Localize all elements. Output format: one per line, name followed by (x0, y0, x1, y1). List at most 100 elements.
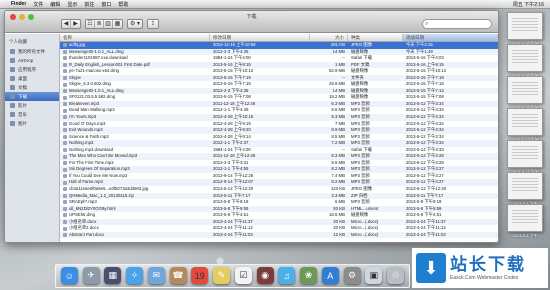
photo-booth-icon[interactable]: ◉ (256, 267, 274, 284)
safari-icon[interactable]: ✧ (126, 267, 143, 284)
sidebar-item[interactable]: 我的所有文件 (5, 47, 59, 56)
menu-help[interactable]: 帮助 (118, 1, 128, 8)
folder-icon (10, 76, 15, 81)
watermark-text: 站长下载 Easck.Com Webmaster Codes (450, 255, 526, 281)
file-icon (63, 154, 67, 159)
window-titlebar[interactable]: 下载 ◀ ▶ ☷ ≣ ▥ ▦ ⚙ ▾ ⇪ ⌕ (5, 11, 498, 33)
menu-window[interactable]: 窗口 (101, 1, 111, 8)
sidebar-item-label: 桌面 (18, 75, 27, 81)
notes-icon[interactable]: ✎ (213, 267, 230, 284)
menu-edit[interactable]: 编辑 (50, 1, 60, 8)
sidebar-item-label: 影片 (18, 102, 27, 108)
menubar-clock[interactable]: 周五 下午2:16 (513, 1, 550, 8)
file-icon (63, 187, 67, 192)
sidebar-item[interactable]: 下载 (5, 92, 59, 101)
column-header-name[interactable]: 名称 (60, 34, 210, 41)
file-icon (63, 226, 67, 231)
file-icon (63, 233, 67, 238)
desktop-screenshot-thumbnail[interactable] (507, 108, 543, 136)
sidebar-item[interactable]: 音乐 (5, 110, 59, 119)
sidebar-item[interactable]: 文稿 (5, 83, 59, 92)
mission-control-icon[interactable]: ▦ (104, 267, 122, 284)
nav-buttons: ◀ ▶ (61, 19, 81, 29)
watermark-logo: ⬇ 站长下载 Easck.Com Webmaster Codes (412, 248, 548, 288)
file-list: 名称 修改日期 大小 种类 添加日期 aofbj.jpg 2012-12-16 上… (60, 34, 498, 242)
desktop-screenshot-thumbnail[interactable] (507, 76, 543, 104)
sidebar-item[interactable]: 桌面 (5, 74, 59, 83)
folder-icon (10, 121, 15, 126)
desktop-screenshot-thumbnail[interactable] (507, 140, 543, 168)
preview-icon[interactable]: ▣ (365, 267, 383, 284)
file-icon (63, 141, 67, 146)
file-icon (63, 167, 67, 172)
desktop-screenshot-thumbnail[interactable] (507, 204, 543, 232)
folder-icon (10, 58, 15, 63)
calendar-icon[interactable]: 19 (191, 267, 209, 284)
search-field[interactable]: ⌕ (422, 19, 492, 29)
download-box-icon: ⬇ (416, 253, 446, 283)
sidebar-item-label: 音乐 (18, 111, 27, 117)
file-icon (63, 134, 67, 139)
forward-button[interactable]: ▶ (71, 20, 80, 28)
menu-finder[interactable]: Finder (11, 1, 26, 7)
menu-view[interactable]: 显示 (67, 1, 77, 8)
launchpad-icon[interactable]: ✈ (82, 267, 100, 284)
table-row[interactable]: Abstract Part.docx 2013-4-24 下午11:03 12 KB… (60, 231, 498, 239)
file-icon (63, 82, 67, 87)
finder-icon[interactable]: ☺ (60, 267, 78, 284)
menu-bar: Finder 文件 编辑 显示 前往 窗口 帮助 周五 下午2:16 (0, 0, 550, 9)
folder-icon (10, 112, 15, 117)
sidebar-item[interactable]: 应用程序 (5, 65, 59, 74)
column-header-date-modified[interactable]: 修改日期 (210, 34, 310, 41)
trash-icon[interactable]: ♲ (387, 267, 404, 284)
share-button[interactable]: ⇪ (147, 19, 160, 29)
file-rows: aofbj.jpg 2012-12-16 上午10:58 281 KB JPEG 图像… (60, 42, 498, 239)
file-icon (63, 200, 67, 205)
list-view-button[interactable]: ≣ (95, 20, 104, 28)
file-icon (63, 121, 67, 126)
folder-icon (10, 103, 15, 108)
itunes-icon[interactable]: ♫ (278, 267, 296, 284)
reminders-icon[interactable]: ☑ (234, 267, 252, 284)
back-button[interactable]: ◀ (62, 20, 71, 28)
desktop-screenshot-thumbnail[interactable] (507, 12, 543, 40)
file-name: Abstract Part.docx (69, 231, 105, 237)
column-header-size[interactable]: 大小 (310, 34, 348, 41)
column-header-kind[interactable]: 种类 (348, 34, 403, 41)
folder-icon (10, 67, 15, 72)
file-icon (63, 56, 67, 61)
app-store-icon[interactable]: A (321, 267, 339, 284)
icon-view-button[interactable]: ☷ (86, 20, 95, 28)
sidebar-item[interactable]: AirDrop (5, 56, 59, 65)
file-added-cell: 2013-4-24 下午11:03 (406, 231, 446, 237)
sidebar-item-label: 文稿 (18, 84, 27, 90)
desktop-screenshot-label: 2013-5-6 下午 (512, 233, 538, 238)
sidebar-item-label: 应用程序 (18, 66, 36, 72)
column-header-date-added[interactable]: 添加日期 (403, 34, 498, 41)
cover-flow-button[interactable]: ▦ (113, 20, 122, 28)
sidebar-item[interactable]: 影片 (5, 101, 59, 110)
file-icon (63, 108, 67, 113)
action-menu-button[interactable]: ⚙ ▾ (127, 19, 144, 29)
sidebar-item-label: 图片 (18, 120, 27, 126)
file-icon (63, 95, 67, 100)
folder-icon (10, 85, 15, 90)
file-icon (63, 43, 67, 48)
file-icon (63, 206, 67, 211)
desktop-screenshot-thumbnail[interactable] (507, 44, 543, 72)
menu-go[interactable]: 前往 (84, 1, 94, 8)
file-icon (63, 220, 67, 225)
file-icon (63, 69, 67, 74)
sidebar-heading: 个人收藏 (9, 39, 27, 44)
file-icon (63, 148, 67, 153)
file-icon (63, 102, 67, 107)
folder-icon (10, 94, 15, 99)
iphoto-icon[interactable]: ❀ (300, 267, 317, 284)
desktop-screenshot-thumbnail[interactable] (507, 172, 543, 200)
system-preferences-icon[interactable]: ⚙ (343, 267, 361, 284)
column-view-button[interactable]: ▥ (104, 20, 113, 28)
contacts-icon[interactable]: ☎ (169, 267, 187, 284)
mail-icon[interactable]: ✉ (147, 267, 165, 284)
menu-file[interactable]: 文件 (33, 1, 43, 8)
sidebar-item[interactable]: 图片 (5, 119, 59, 128)
